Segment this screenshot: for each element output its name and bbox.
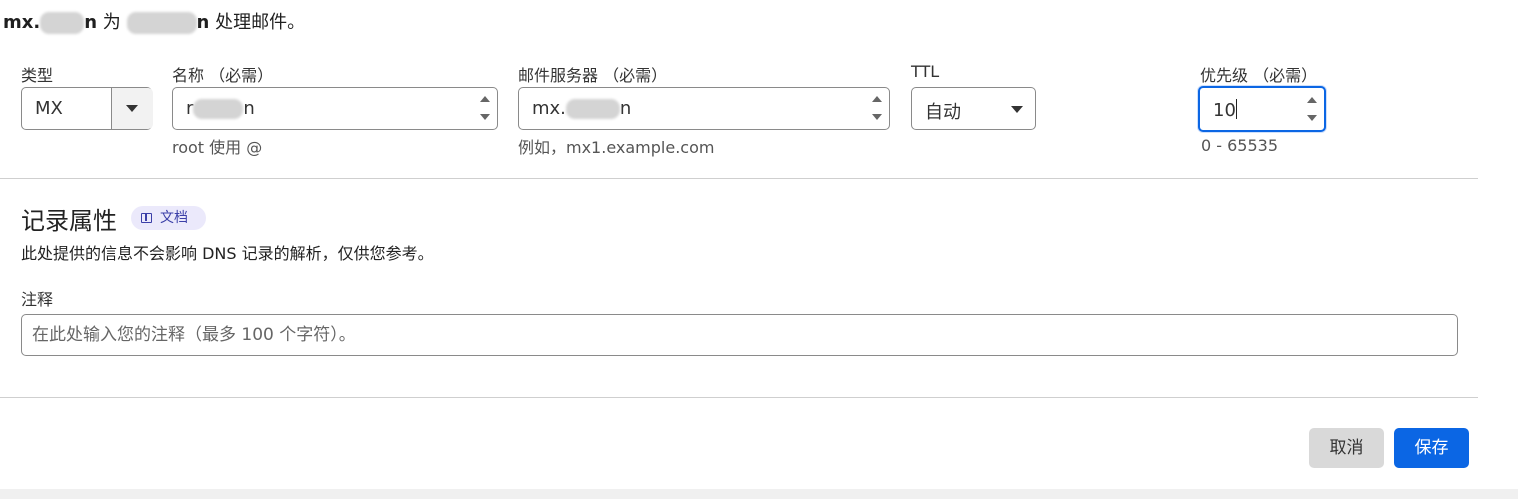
name-input-value: rn — [186, 98, 255, 119]
cancel-button[interactable]: 取消 — [1309, 428, 1384, 468]
redacted-name — [193, 99, 244, 119]
type-dropdown-toggle[interactable] — [111, 88, 153, 129]
chevron-down-icon — [1011, 106, 1023, 113]
note-label: 注释 — [21, 290, 54, 309]
docs-link-label: 文档 — [160, 210, 188, 226]
redacted-domain — [40, 12, 85, 34]
header-for-text: 为 — [102, 12, 121, 33]
header-domain-prefix: mx. — [3, 12, 41, 33]
redacted-target — [126, 12, 197, 34]
name-hint: root 使用 @ — [172, 138, 263, 157]
priority-hint: 0 - 65535 — [1201, 136, 1279, 155]
page-bottom-band — [0, 489, 1518, 499]
mail-server-spinner-icon[interactable] — [871, 96, 883, 122]
chevron-down-icon — [126, 105, 138, 112]
header-target-suffix: n — [196, 12, 210, 33]
mail-server-input-value: mx. n — [532, 98, 631, 119]
mail-server-label: 邮件服务器 （必需） — [518, 66, 668, 85]
footer-divider — [0, 397, 1478, 398]
docs-link[interactable]: 文档 — [131, 206, 206, 230]
section-title: 记录属性 — [21, 207, 117, 235]
book-icon — [141, 213, 152, 223]
redacted-mail-server — [565, 99, 620, 119]
priority-input-value: 10 — [1213, 99, 1237, 121]
section-description: 此处提供的信息不会影响 DNS 记录的解析，仅供您参考。 — [21, 244, 434, 263]
section-divider — [0, 178, 1478, 179]
name-value-start: r — [186, 98, 194, 119]
mail-server-hint: 例如，mx1.example.com — [518, 138, 715, 157]
text-cursor — [1235, 99, 1237, 119]
priority-input[interactable]: 10 — [1198, 86, 1326, 132]
mail-server-value-start: mx. — [532, 98, 566, 119]
name-value-end: n — [243, 98, 255, 119]
ttl-label: TTL — [911, 62, 940, 81]
ttl-select-value: 自动 — [925, 102, 961, 123]
type-label: 类型 — [21, 66, 54, 85]
type-select-value: MX — [35, 98, 63, 119]
mail-server-value-end: n — [619, 98, 632, 119]
save-button[interactable]: 保存 — [1394, 428, 1469, 468]
priority-label: 优先级 （必需） — [1200, 66, 1318, 85]
name-label: 名称 （必需） — [172, 66, 274, 85]
header-description: mx. n 为 n 处理邮件。 — [3, 10, 305, 36]
header-handles-text: 处理邮件。 — [215, 12, 306, 33]
note-input[interactable] — [21, 314, 1458, 356]
priority-spinner-icon[interactable] — [1306, 97, 1318, 123]
ttl-select[interactable]: 自动 — [911, 87, 1036, 130]
name-spinner-icon[interactable] — [479, 96, 491, 122]
name-input[interactable]: rn — [172, 87, 498, 130]
mail-server-input[interactable]: mx. n — [518, 87, 890, 130]
header-domain-suffix: n — [84, 12, 98, 33]
priority-value-text: 10 — [1213, 100, 1236, 121]
type-select[interactable]: MX — [21, 87, 153, 130]
